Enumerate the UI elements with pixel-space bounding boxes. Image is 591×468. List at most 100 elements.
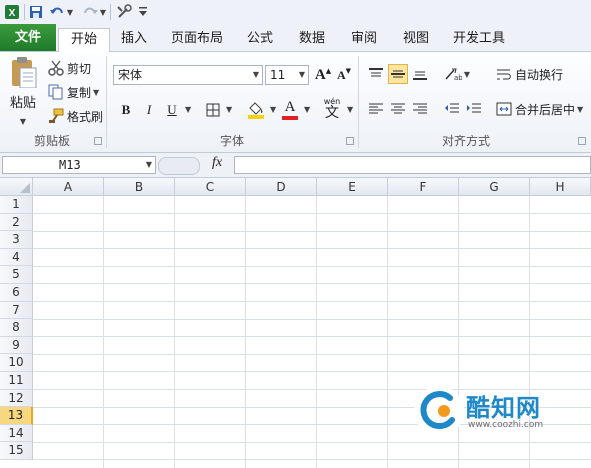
column-header-g[interactable]: G bbox=[459, 178, 530, 196]
chevron-down-icon: ▼ bbox=[19, 117, 27, 126]
undo-icon[interactable]: ▼ bbox=[47, 2, 75, 22]
tab-file[interactable]: 文件 bbox=[0, 24, 56, 51]
decrease-font-button[interactable]: A ▼ bbox=[334, 65, 354, 85]
font-color-button[interactable]: A bbox=[280, 98, 300, 122]
fill-color-swatch bbox=[248, 115, 264, 119]
name-box[interactable]: M13 ▼ bbox=[2, 156, 156, 174]
row-header[interactable]: 5 bbox=[0, 266, 33, 284]
customize-toolbar-icon[interactable] bbox=[137, 2, 149, 22]
alignment-group-title: 对齐方式 bbox=[441, 134, 490, 148]
formula-input[interactable] bbox=[234, 156, 591, 174]
save-icon[interactable] bbox=[27, 2, 45, 22]
decrease-indent-button[interactable] bbox=[442, 99, 462, 119]
copy-label: 复制 bbox=[67, 85, 92, 100]
chevron-down-icon[interactable]: ▼ bbox=[304, 105, 310, 114]
row-header[interactable]: 3 bbox=[0, 231, 33, 249]
underline-button[interactable]: U bbox=[162, 100, 182, 120]
wrap-text-label: 自动换行 bbox=[515, 67, 564, 82]
increase-indent-icon bbox=[467, 103, 481, 113]
redo-icon[interactable]: ▼ bbox=[80, 2, 108, 22]
row-header[interactable]: 7 bbox=[0, 301, 33, 320]
font-size-select[interactable]: 11 ▼ bbox=[265, 65, 309, 85]
align-center-button[interactable] bbox=[388, 99, 408, 119]
chevron-down-icon[interactable]: ▼ bbox=[270, 105, 276, 114]
row-header[interactable]: 14 bbox=[0, 424, 33, 443]
wrap-text-button[interactable]: 自动换行 bbox=[496, 64, 563, 84]
row-header[interactable]: 9 bbox=[0, 336, 33, 355]
text-orientation-icon: ab bbox=[445, 68, 462, 81]
chevron-down-icon: ▼ bbox=[298, 70, 305, 79]
paste-button[interactable]: 粘贴 ▼ bbox=[6, 56, 40, 126]
column-header-c[interactable]: C bbox=[175, 178, 246, 196]
align-middle-button[interactable] bbox=[388, 64, 408, 84]
orientation-button[interactable]: ab ▼ bbox=[444, 64, 470, 84]
column-header-b[interactable]: B bbox=[104, 178, 175, 196]
align-center-icon bbox=[391, 103, 405, 114]
row-header[interactable]: 1 bbox=[0, 196, 33, 214]
merge-center-button[interactable]: 合并后居中 ▼ bbox=[496, 99, 583, 119]
tab-insert[interactable]: 插入 bbox=[112, 28, 156, 50]
align-left-button[interactable] bbox=[366, 99, 386, 119]
dialog-launcher-icon[interactable] bbox=[94, 137, 102, 145]
tools-icon[interactable] bbox=[113, 2, 135, 22]
insert-function-button[interactable]: fx bbox=[212, 155, 222, 171]
column-header-f[interactable]: F bbox=[388, 178, 459, 196]
formula-bar-separator bbox=[158, 157, 200, 175]
tab-view[interactable]: 视图 bbox=[394, 28, 438, 50]
format-painter-button[interactable]: 格式刷 bbox=[48, 107, 103, 125]
chevron-down-icon: ▼ bbox=[145, 160, 152, 169]
row-header[interactable]: 15 bbox=[0, 442, 33, 460]
chevron-down-icon[interactable]: ▼ bbox=[347, 105, 353, 114]
fill-color-button[interactable] bbox=[246, 98, 266, 122]
column-header-a[interactable]: A bbox=[33, 178, 104, 196]
row-header[interactable]: 12 bbox=[0, 389, 33, 408]
copy-button[interactable]: 复制 ▼ bbox=[48, 83, 99, 101]
increase-indent-button[interactable] bbox=[464, 99, 484, 119]
select-all-corner[interactable] bbox=[0, 178, 33, 196]
excel-icon[interactable]: X bbox=[2, 2, 22, 22]
formula-bar: M13 ▼ fx bbox=[0, 153, 591, 178]
row-header[interactable]: 6 bbox=[0, 284, 33, 302]
column-header-h[interactable]: H bbox=[530, 178, 591, 196]
row-header[interactable]: 10 bbox=[0, 354, 33, 372]
row-header[interactable]: 11 bbox=[0, 372, 33, 390]
bold-button[interactable]: B bbox=[116, 100, 136, 120]
chevron-down-icon[interactable]: ▼ bbox=[185, 105, 191, 114]
increase-font-button[interactable]: A ▲ bbox=[313, 65, 333, 85]
chevron-down-icon[interactable]: ▼ bbox=[226, 105, 232, 114]
format-painter-label: 格式刷 bbox=[67, 109, 104, 124]
cut-label: 剪切 bbox=[67, 61, 92, 76]
cut-button[interactable]: 剪切 bbox=[48, 59, 91, 77]
font-name-select[interactable]: 宋体 ▼ bbox=[113, 65, 263, 85]
dialog-launcher-icon[interactable] bbox=[346, 137, 354, 145]
tab-formulas[interactable]: 公式 bbox=[238, 28, 282, 50]
row-header[interactable]: 4 bbox=[0, 248, 33, 267]
italic-button[interactable]: I bbox=[139, 100, 159, 120]
clipboard-group-title: 剪贴板 bbox=[33, 134, 70, 148]
tab-page-layout[interactable]: 页面布局 bbox=[164, 28, 230, 50]
tab-developer[interactable]: 开发工具 bbox=[446, 28, 512, 50]
coozhi-logo-icon bbox=[414, 386, 464, 436]
column-header-e[interactable]: E bbox=[317, 178, 388, 196]
watermark-url: www.coozhi.com bbox=[468, 420, 544, 430]
increase-arrow-icon: ▲ bbox=[325, 67, 332, 75]
font-color-swatch bbox=[282, 116, 298, 120]
align-bottom-icon bbox=[413, 71, 427, 80]
tab-home[interactable]: 开始 bbox=[58, 28, 110, 52]
merge-center-label: 合并后居中 bbox=[515, 102, 576, 117]
row-header[interactable]: 8 bbox=[0, 319, 33, 337]
align-right-button[interactable] bbox=[410, 99, 430, 119]
column-header-d[interactable]: D bbox=[246, 178, 317, 196]
font-group-title: 字体 bbox=[219, 134, 244, 148]
row-header[interactable]: 2 bbox=[0, 213, 33, 232]
align-bottom-button[interactable] bbox=[410, 64, 430, 84]
tab-data[interactable]: 数据 bbox=[290, 28, 334, 50]
align-top-button[interactable] bbox=[366, 64, 386, 84]
merge-center-icon bbox=[496, 102, 512, 116]
row-header-selected[interactable]: 13 bbox=[0, 407, 33, 425]
borders-button[interactable] bbox=[203, 100, 223, 120]
tab-review[interactable]: 审阅 bbox=[342, 28, 386, 50]
phonetic-guide-button[interactable]: wén 文 bbox=[320, 96, 344, 122]
svg-text:X: X bbox=[9, 8, 16, 19]
dialog-launcher-icon[interactable] bbox=[578, 137, 586, 145]
